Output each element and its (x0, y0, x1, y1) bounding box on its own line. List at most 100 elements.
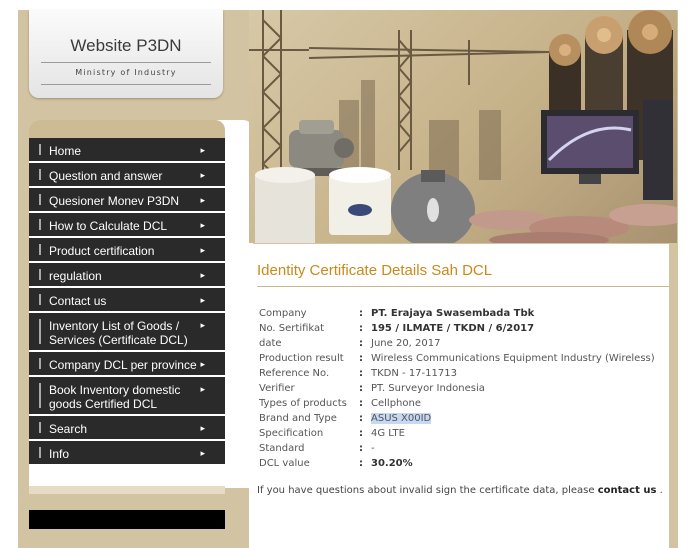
sidebar-item-label: Home (49, 144, 82, 158)
detail-value: 4G LTE (371, 428, 405, 439)
chevron-right-icon: ▸ (200, 359, 205, 369)
sidebar-item-label: Book Inventory domestic goods Certified … (49, 383, 181, 411)
detail-separator: : (359, 413, 363, 424)
sidebar-item-label: regulation (49, 269, 102, 283)
main-content: Identity Certificate Details Sah DCL Com… (249, 244, 669, 548)
sidebar-item[interactable]: regulation ▸ (29, 263, 225, 288)
chevron-right-icon: ▸ (200, 295, 205, 305)
sidebar-cap (29, 120, 225, 138)
detail-row: Reference No.: TKDN - 17-11713 (259, 368, 669, 383)
detail-label: Standard (259, 443, 305, 454)
detail-value: PT. Erajaya Swasembada Tbk (371, 308, 535, 319)
detail-value: Cellphone (371, 398, 421, 409)
sidebar-item-marker (39, 169, 41, 180)
details-table: Company: PT. Erajaya Swasembada Tbk No. Se… (259, 308, 669, 473)
detail-label: No. Sertifikat (259, 323, 325, 334)
detail-value: 195 / ILMATE / TKDN / 6/2017 (371, 323, 535, 334)
sidebar-item-label: How to Calculate DCL (49, 219, 168, 233)
contact-us-link[interactable]: contact us (598, 485, 657, 496)
sidebar-item-marker (39, 244, 41, 255)
page-title: Identity Certificate Details Sah DCL (257, 262, 493, 279)
detail-separator: : (359, 323, 363, 334)
detail-label: Brand and Type (259, 413, 337, 424)
sidebar-item[interactable]: Quesioner Monev P3DN ▸ (29, 188, 225, 213)
detail-separator: : (359, 398, 363, 409)
sidebar-item[interactable]: Contact us ▸ (29, 288, 225, 313)
chevron-right-icon: ▸ (200, 145, 205, 155)
sidebar-item-label: Contact us (49, 294, 107, 308)
sidebar-item[interactable]: Inventory List of Goods / Services (Cert… (29, 313, 225, 352)
chevron-right-icon: ▸ (200, 195, 205, 205)
detail-separator: : (359, 383, 363, 394)
logo-divider (41, 62, 211, 63)
sidebar-item-label: Question and answer (49, 169, 163, 183)
sidebar-footer-band (29, 486, 225, 494)
detail-separator: : (359, 368, 363, 379)
filter-graphic (255, 167, 391, 243)
sidebar-item[interactable]: Info ▸ (29, 441, 225, 466)
sidebar-item[interactable]: How to Calculate DCL ▸ (29, 213, 225, 238)
detail-separator: : (359, 338, 363, 349)
detail-row: Production result: Wireless Communication… (259, 353, 669, 368)
site-logo[interactable]: Website P3DN Ministry of Industry (29, 10, 223, 98)
detail-row: Verifier: PT. Surveyor Indonesia (259, 383, 669, 398)
site-title: Website P3DN (70, 36, 182, 55)
detail-label: date (259, 338, 282, 349)
sidebar-item-marker (39, 319, 41, 344)
sidebar-item-marker (39, 194, 41, 205)
detail-row: DCL value:30.20% (259, 458, 669, 473)
detail-separator: : (359, 353, 363, 364)
detail-separator: : (359, 428, 363, 439)
sidebar-item[interactable]: Question and answer ▸ (29, 163, 225, 188)
chevron-right-icon: ▸ (200, 270, 205, 280)
detail-value: Wireless Communications Equipment Indust… (371, 353, 655, 364)
help-note-text: If you have questions about invalid sign… (257, 485, 595, 496)
sidebar-item-label: Quesioner Monev P3DN (49, 194, 180, 208)
chevron-right-icon: ▸ (200, 423, 205, 433)
sidebar-item[interactable]: Search ▸ (29, 416, 225, 441)
site-subtitle: Ministry of Industry (75, 68, 177, 77)
sidebar-item-marker (39, 422, 41, 433)
sidebar-item-marker (39, 358, 41, 369)
chevron-right-icon: ▸ (200, 170, 205, 180)
detail-value: PT. Surveyor Indonesia (371, 383, 485, 394)
chevron-right-icon: ▸ (200, 245, 205, 255)
detail-label: Verifier (259, 383, 295, 394)
help-note: If you have questions about invalid sign… (257, 485, 663, 496)
sidebar-item[interactable]: Product certification ▸ (29, 238, 225, 263)
help-note-end: . (659, 485, 663, 496)
selected-text-highlight[interactable]: ASUS X00ID (371, 413, 432, 424)
sidebar-item-marker (39, 144, 41, 155)
detail-value: June 20, 2017 (371, 338, 441, 349)
detail-label: Production result (259, 353, 344, 364)
detail-value: - (371, 443, 375, 454)
logo-divider (41, 84, 211, 85)
sidebar-item-label: Company DCL per province (49, 358, 197, 372)
sidebar-item-marker (39, 294, 41, 305)
sidebar-item-label: Search (49, 422, 88, 436)
sidebar-item-marker (39, 447, 41, 458)
detail-value: ASUS X00ID (371, 413, 432, 424)
chevron-right-icon: ▸ (200, 320, 205, 330)
detail-value: 30.20% (371, 458, 413, 469)
sidebar-item-marker (39, 383, 41, 408)
detail-row: date: June 20, 2017 (259, 338, 669, 353)
detail-label: Reference No. (259, 368, 330, 379)
chevron-right-icon: ▸ (200, 448, 205, 458)
chevron-right-icon: ▸ (200, 384, 205, 394)
detail-separator: : (359, 458, 363, 469)
detail-label: Specification (259, 428, 324, 439)
detail-separator: : (359, 443, 363, 454)
detail-row: Company: PT. Erajaya Swasembada Tbk (259, 308, 669, 323)
detail-label: DCL value (259, 458, 310, 469)
sidebar-item-marker (39, 269, 41, 280)
sidebar-item[interactable]: Home ▸ (29, 138, 225, 163)
chevron-right-icon: ▸ (200, 220, 205, 230)
sidebar-item[interactable]: Book Inventory domestic goods Certified … (29, 377, 225, 416)
sidebar-black-bar (29, 510, 225, 529)
detail-row: No. Sertifikat:195 / ILMATE / TKDN / 6/2… (259, 323, 669, 338)
sidebar-item-label: Product certification (49, 244, 155, 258)
detail-label: Types of products (259, 398, 347, 409)
sidebar-item[interactable]: Company DCL per province ▸ (29, 352, 225, 377)
monitor-graphic (541, 100, 673, 200)
